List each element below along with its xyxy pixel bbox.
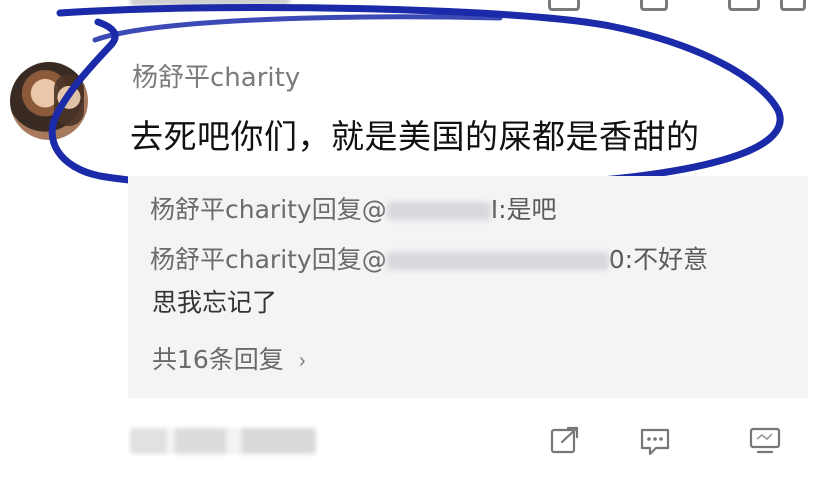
reply-2-text: 0:不好意 <box>608 245 709 274</box>
redacted-handle-2 <box>386 252 609 270</box>
top-icon-4 <box>780 0 806 11</box>
top-icon-1 <box>548 0 580 11</box>
comment-username[interactable]: 杨舒平charity <box>132 57 300 94</box>
screen-button[interactable] <box>748 424 782 458</box>
avatar-second-face <box>54 74 84 126</box>
comment-button[interactable] <box>638 424 672 458</box>
redacted-handle-1 <box>386 202 491 220</box>
avatar[interactable] <box>10 62 88 140</box>
reply-1-author[interactable]: 杨舒平charity回复@ <box>150 195 387 224</box>
share-button[interactable] <box>548 424 582 458</box>
share-icon <box>550 426 579 454</box>
top-status-strip <box>0 0 831 14</box>
top-icon-3 <box>728 0 760 11</box>
top-icon-2 <box>640 0 668 11</box>
reply-1-text: I:是吧 <box>490 195 557 224</box>
blurred-top-text <box>130 0 290 6</box>
more-replies-label: 共16条回复 <box>152 345 284 374</box>
more-replies-link[interactable]: 共16条回复 › <box>152 340 307 376</box>
screen-icon <box>749 427 781 454</box>
reply-item-2[interactable]: 杨舒平charity回复@ 0:不好意 <box>150 240 708 276</box>
chevron-right-icon: › <box>298 349 306 374</box>
reply-item-1[interactable]: 杨舒平charity回复@ I:是吧 <box>150 190 557 226</box>
reply-2-continuation: 思我忘记了 <box>152 288 278 317</box>
comment-icon <box>640 428 670 456</box>
timestamp-blurred <box>130 428 316 454</box>
reply-2-author[interactable]: 杨舒平charity回复@ <box>150 245 387 274</box>
comment-text: 去死吧你们，就是美国的屎都是香甜的 <box>130 117 700 156</box>
